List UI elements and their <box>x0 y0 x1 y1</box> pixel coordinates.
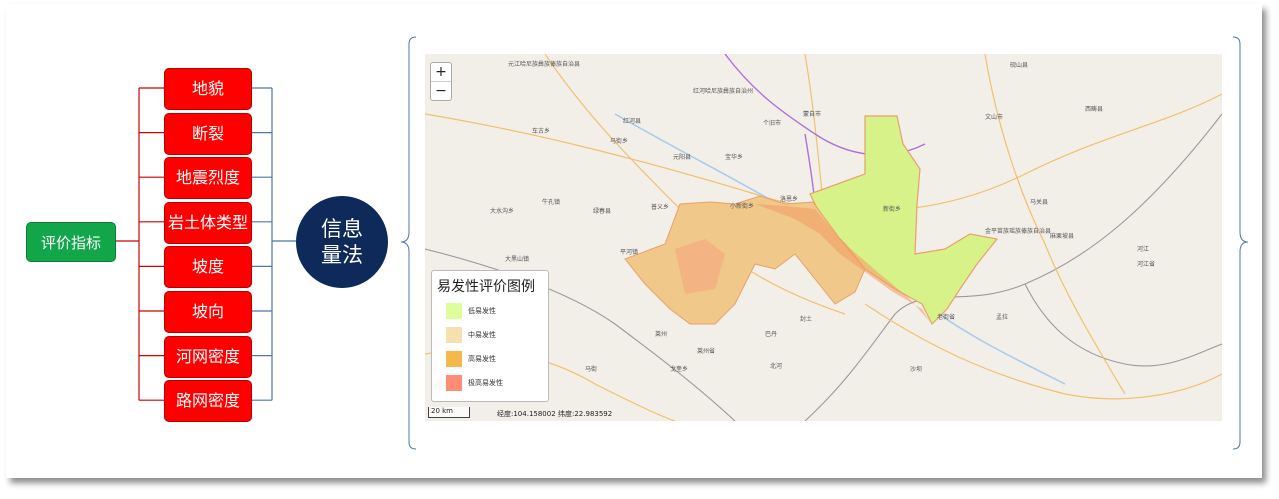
map-place-label: 河江省 <box>1137 261 1156 268</box>
map-left-bracket <box>400 36 417 450</box>
legend-item: 极高易发性 <box>446 375 503 391</box>
zoom-control: + − <box>430 62 452 101</box>
map-place-label: 马关县 <box>1030 199 1049 206</box>
red-connectors <box>114 87 164 401</box>
map-place-label: 西畴县 <box>1085 106 1104 113</box>
method-node: 信息量法 <box>296 196 388 288</box>
map-place-label: 个旧市 <box>763 120 782 127</box>
map-place-label: 封土 <box>800 316 813 323</box>
map-place-label: 小新街乡 <box>730 203 755 210</box>
legend-item: 高易发性 <box>446 351 496 367</box>
map-place-label: 洛恩乡 <box>780 196 799 203</box>
legend-label: 极高易发性 <box>468 379 503 387</box>
scale-bar: 20 km <box>428 407 470 418</box>
map-place-label: 车古乡 <box>532 128 551 135</box>
legend-label: 高易发性 <box>468 355 496 363</box>
legend-title: 易发性评价图例 <box>437 279 535 295</box>
map-right-bracket <box>1232 36 1249 450</box>
map-place-label: 麻栗坡县 <box>1050 233 1075 240</box>
zoom-in-button[interactable]: + <box>431 63 451 81</box>
indicator-node: 坡度 <box>164 246 252 289</box>
indicator-node: 岩土体类型 <box>164 201 252 244</box>
indicator-node: 河网密度 <box>164 335 252 378</box>
map-place-label: 老街省 <box>937 314 956 321</box>
map-place-label: 砚山县 <box>1010 62 1029 69</box>
legend-label: 低易发性 <box>468 307 496 315</box>
indicator-node: 坡向 <box>164 291 252 333</box>
legend-swatch <box>446 327 462 343</box>
indicator-node: 地震烈度 <box>164 157 252 200</box>
map-place-label: 蒙自市 <box>803 111 822 118</box>
indicator-node: 路网密度 <box>164 380 252 423</box>
legend-item: 低易发性 <box>446 303 496 319</box>
map-place-label: 文山市 <box>985 114 1004 121</box>
map-place-label: 沙坝 <box>910 366 923 373</box>
map-place-label: 马街 <box>585 366 598 373</box>
legend-swatch <box>446 303 462 319</box>
zoom-out-button[interactable]: − <box>431 81 451 100</box>
map-place-label: 平河镇 <box>620 249 639 256</box>
map-place-label: 巴丹 <box>765 331 778 338</box>
indicator-node: 地貌 <box>164 68 252 110</box>
blue-connectors <box>250 87 296 401</box>
map-legend: 易发性评价图例 低易发性中易发性高易发性极高易发性 <box>431 270 549 402</box>
map-place-label: 元江哈尼族彝族傣族自治县 <box>508 61 581 68</box>
longitude-readout: 经度:104.158002 <box>497 410 556 418</box>
map-place-label: 莱州 <box>655 331 668 338</box>
indicator-node: 断裂 <box>164 112 252 155</box>
root-node: 评价指标 <box>26 222 116 262</box>
method-label: 信息量法 <box>321 217 363 267</box>
legend-item: 中易发性 <box>446 327 496 343</box>
map-place-label: 戈奎乡 <box>670 366 689 373</box>
map-place-label: 北河 <box>770 363 783 370</box>
map-place-label: 普义乡 <box>651 204 670 211</box>
map-place-label: 元阳县 <box>673 154 692 161</box>
legend-label: 中易发性 <box>468 331 496 339</box>
map-place-label: 红河哈尼族彝族自治州 <box>693 88 754 95</box>
map-place-label: 牛孔镇 <box>542 199 561 206</box>
map-place-label: 金平苗族瑶族傣族自治县 <box>985 228 1052 235</box>
map-place-label: 孟拉 <box>996 314 1009 321</box>
legend-swatch <box>446 375 462 391</box>
map-place-label: 大水沟乡 <box>490 208 515 215</box>
map-place-label: 红河县 <box>623 118 642 125</box>
latitude-readout: 纬度:22.983592 <box>558 410 613 418</box>
map-place-label: 宝华乡 <box>725 154 744 161</box>
map-place-label: 大黑山镇 <box>505 256 530 263</box>
legend-swatch <box>446 351 462 367</box>
map-place-label: 绿春县 <box>593 208 612 215</box>
map-place-label: 莱州省 <box>697 348 716 355</box>
map-place-label: 新街乡 <box>883 206 902 213</box>
map-place-label: 马街乡 <box>610 138 629 145</box>
map-place-label: 河江 <box>1137 246 1150 253</box>
